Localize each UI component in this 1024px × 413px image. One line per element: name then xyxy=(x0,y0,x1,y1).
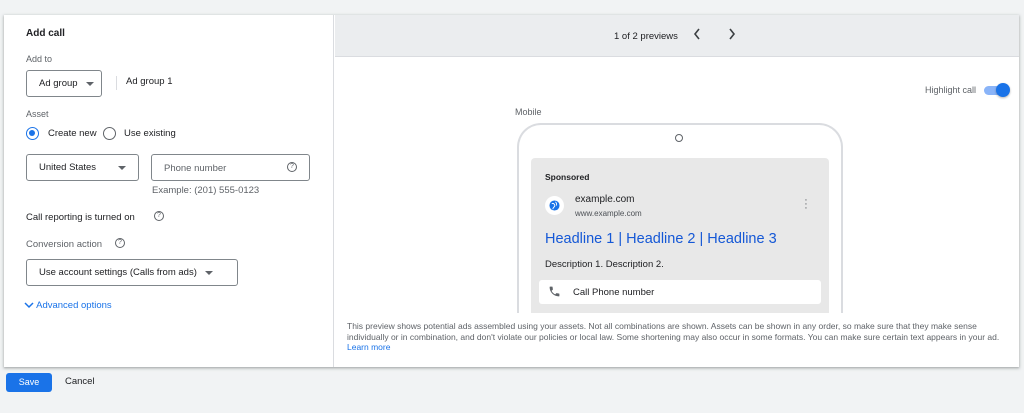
create-new-radio[interactable] xyxy=(26,127,39,140)
previous-preview-icon[interactable] xyxy=(693,27,701,43)
add-to-select[interactable]: Ad group xyxy=(26,70,102,97)
toggle-knob[interactable] xyxy=(996,83,1010,97)
ad-description: Description 1. Description 2. xyxy=(545,259,664,270)
advanced-options-label: Advanced options xyxy=(36,300,112,311)
conversion-action-value: Use account settings (Calls from ads) xyxy=(39,267,197,278)
country-select[interactable]: United States xyxy=(26,154,139,181)
create-new-label[interactable]: Create new xyxy=(48,128,97,139)
phone-number-field[interactable]: Phone number ? xyxy=(151,154,310,181)
phone-number-placeholder: Phone number xyxy=(164,163,227,174)
save-button[interactable]: Save xyxy=(6,373,52,392)
ad-preview: Sponsored example.com www.example.com · ·… xyxy=(531,158,829,313)
phone-frame: Sponsored example.com www.example.com · ·… xyxy=(517,123,843,313)
advanced-options-toggle[interactable]: Advanced options xyxy=(24,300,112,311)
ad-group-name: Ad group 1 xyxy=(126,76,173,87)
phone-example: Example: (201) 555-0123 xyxy=(152,185,260,196)
ad-headline: Headline 1 | Headline 2 | Headline 3 xyxy=(545,231,777,247)
dropdown-caret-icon xyxy=(204,270,213,275)
preview-counter: 1 of 2 previews xyxy=(614,31,678,42)
add-to-select-value: Ad group xyxy=(39,78,78,89)
country-select-value: United States xyxy=(39,162,97,173)
use-existing-label[interactable]: Use existing xyxy=(124,128,176,139)
call-reporting-text: Call reporting is turned on xyxy=(26,212,135,223)
ad-url: www.example.com xyxy=(575,209,642,218)
conversion-action-label: Conversion action xyxy=(26,239,103,250)
conversion-action-select[interactable]: Use account settings (Calls from ads) xyxy=(26,259,238,286)
call-extension: Call Phone number xyxy=(539,280,821,304)
help-icon[interactable]: ? xyxy=(154,211,164,221)
dropdown-caret-icon xyxy=(118,165,126,170)
divider xyxy=(116,76,117,90)
phone-icon xyxy=(549,286,560,297)
help-icon[interactable]: ? xyxy=(115,238,125,248)
preview-disclaimer: This preview shows potential ads assembl… xyxy=(347,321,1007,353)
next-preview-icon[interactable] xyxy=(728,27,736,43)
cancel-button[interactable]: Cancel xyxy=(65,376,95,387)
panel-title: Add call xyxy=(26,28,65,39)
chevron-down-icon xyxy=(24,302,34,309)
highlight-call-label: Highlight call xyxy=(925,85,977,95)
use-existing-radio[interactable] xyxy=(103,127,116,140)
add-to-label: Add to xyxy=(26,54,53,64)
form-panel: Add call Add to Ad group Ad group 1 Asse… xyxy=(4,15,334,367)
call-text: Call Phone number xyxy=(573,287,655,298)
asset-label: Asset xyxy=(26,109,49,119)
disclaimer-text: This preview shows potential ads assembl… xyxy=(347,321,1000,342)
ad-domain: example.com xyxy=(575,194,635,205)
learn-more-link[interactable]: Learn more xyxy=(347,342,390,352)
help-icon[interactable]: ? xyxy=(287,162,297,172)
add-call-card: Add call Add to Ad group Ad group 1 Asse… xyxy=(4,15,1019,367)
mobile-label: Mobile xyxy=(515,107,542,117)
globe-icon xyxy=(545,196,564,215)
camera-icon xyxy=(675,134,683,142)
preview-navigation-bar: 1 of 2 previews xyxy=(335,15,1019,57)
preview-panel: 1 of 2 previews Highlight call Mobile Sp… xyxy=(335,15,1019,367)
more-vert-icon[interactable]: · · · xyxy=(802,195,810,214)
sponsored-label: Sponsored xyxy=(545,172,590,182)
dropdown-caret-icon xyxy=(85,81,94,86)
